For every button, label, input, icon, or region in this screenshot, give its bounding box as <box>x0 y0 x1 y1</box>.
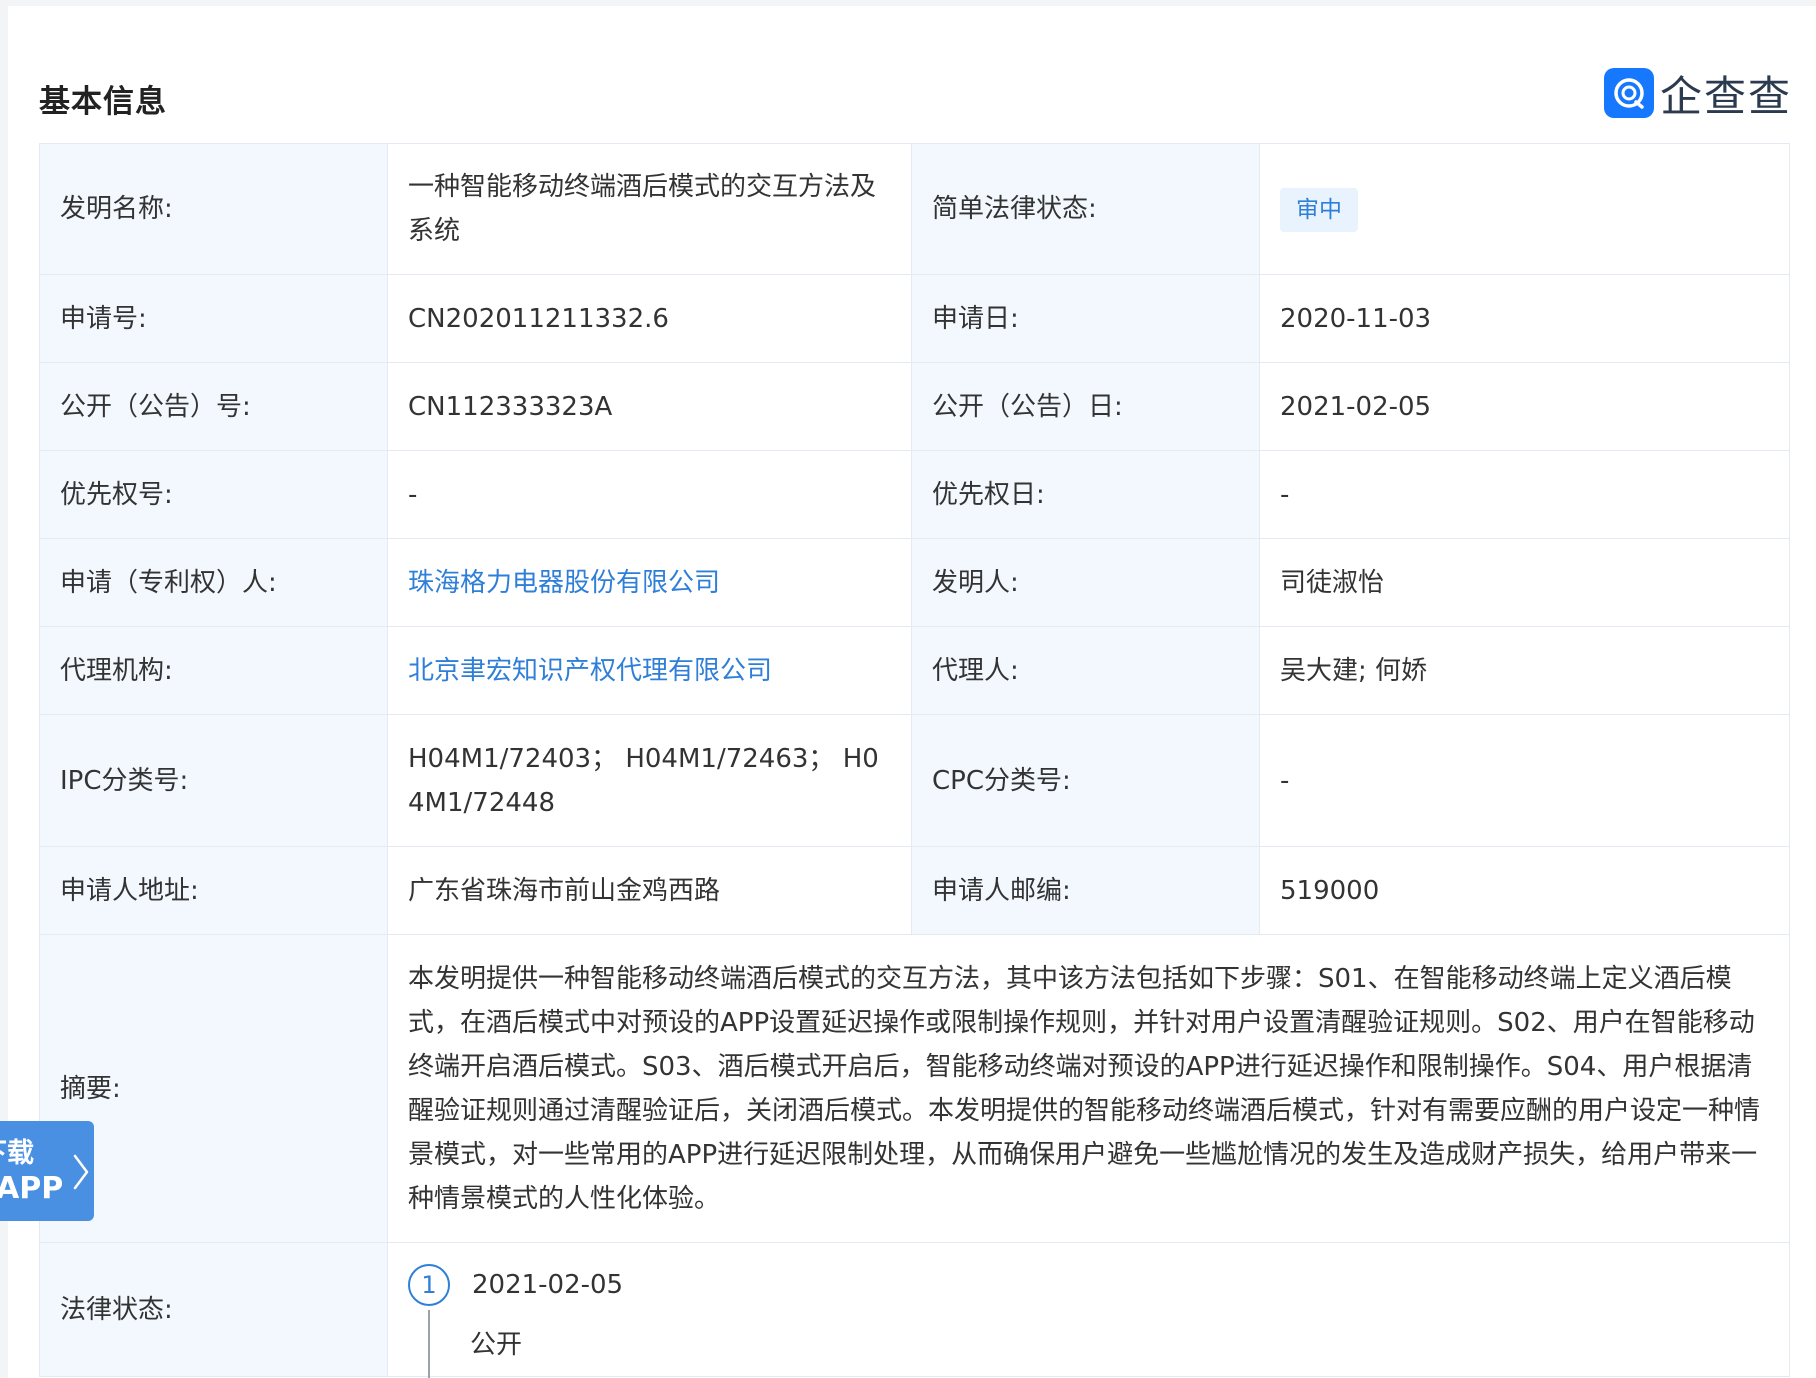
label-invention-name: 发明名称: <box>39 143 388 275</box>
value-ipc: H04M1/72403； H04M1/72463； H04M1/72448 <box>387 714 912 847</box>
table-row: 摘要: 本发明提供一种智能移动终端酒后模式的交互方法，其中该方法包括如下步骤：S… <box>39 934 1790 1243</box>
label-ipc: IPC分类号: <box>39 714 388 847</box>
table-row: 法律状态: 1 2021-02-05 公开 <box>39 1242 1790 1378</box>
qcc-logo-icon <box>1604 68 1654 118</box>
label-application-number: 申请号: <box>39 274 388 363</box>
label-legal-events: 法律状态: <box>39 1242 388 1377</box>
label-postcode: 申请人邮编: <box>911 846 1260 935</box>
timeline-step-index: 1 <box>408 1264 450 1306</box>
value-applicant-address: 广东省珠海市前山金鸡西路 <box>387 846 912 935</box>
value-abstract: 本发明提供一种智能移动终端酒后模式的交互方法，其中该方法包括如下步骤：S01、在… <box>387 934 1790 1243</box>
section-title: 基本信息 <box>39 84 167 120</box>
label-applicant-address: 申请人地址: <box>39 846 388 935</box>
timeline-status: 公开 <box>470 1330 523 1360</box>
table-row: 申请人地址: 广东省珠海市前山金鸡西路 申请人邮编: 519000 <box>39 846 1790 935</box>
value-inventor: 司徒淑怡 <box>1259 538 1790 627</box>
brand-logo[interactable]: 企查查 <box>1604 66 1792 121</box>
applicant-link[interactable]: 珠海格力电器股份有限公司 <box>408 568 720 598</box>
chevron-right-icon <box>73 1154 89 1190</box>
value-postcode: 519000 <box>1259 846 1790 935</box>
value-application-date: 2020-11-03 <box>1259 274 1790 363</box>
label-cpc: CPC分类号: <box>911 714 1260 847</box>
label-publication-date: 公开（公告）日: <box>911 362 1260 451</box>
label-legal-status: 简单法律状态: <box>911 143 1260 275</box>
download-label: 下载 <box>0 1138 34 1169</box>
table-row: 优先权号: - 优先权日: - <box>39 450 1790 539</box>
legal-timeline: 1 2021-02-05 公开 <box>388 1243 1789 1378</box>
table-row: 申请（专利权）人: 珠海格力电器股份有限公司 发明人: 司徒淑怡 <box>39 538 1790 627</box>
value-applicant: 珠海格力电器股份有限公司 <box>387 538 912 627</box>
timeline-line <box>428 1310 430 1378</box>
value-publication-date: 2021-02-05 <box>1259 362 1790 451</box>
label-publication-number: 公开（公告）号: <box>39 362 388 451</box>
value-agent: 吴大建; 何娇 <box>1259 626 1790 715</box>
value-publication-number: CN112333323A <box>387 362 912 451</box>
agency-link[interactable]: 北京聿宏知识产权代理有限公司 <box>408 656 772 686</box>
header: 基本信息 企查查 <box>8 6 1816 146</box>
value-legal-events: 1 2021-02-05 公开 <box>387 1242 1790 1378</box>
value-agency: 北京聿宏知识产权代理有限公司 <box>387 626 912 715</box>
table-row: IPC分类号: H04M1/72403； H04M1/72463； H04M1/… <box>39 714 1790 847</box>
table-row: 发明名称: 一种智能移动终端酒后模式的交互方法及系统 简单法律状态: 审中 <box>39 143 1790 275</box>
value-application-number: CN202011211332.6 <box>387 274 912 363</box>
status-badge: 审中 <box>1280 187 1358 232</box>
value-priority-date: - <box>1259 450 1790 539</box>
brand-name: 企查查 <box>1660 71 1793 121</box>
label-agent: 代理人: <box>911 626 1260 715</box>
table-row: 代理机构: 北京聿宏知识产权代理有限公司 代理人: 吴大建; 何娇 <box>39 626 1790 715</box>
table-row: 公开（公告）号: CN112333323A 公开（公告）日: 2021-02-0… <box>39 362 1790 451</box>
page: 基本信息 企查查 发明名称: 一种智能移动终端酒后模式的交互方法及系统 简单法律… <box>8 6 1816 1378</box>
value-legal-status: 审中 <box>1259 143 1790 275</box>
timeline-date: 2021-02-05 <box>472 1270 624 1300</box>
download-app-button[interactable]: 下载 APP <box>0 1121 94 1221</box>
table-row: 申请号: CN202011211332.6 申请日: 2020-11-03 <box>39 274 1790 363</box>
label-priority-date: 优先权日: <box>911 450 1260 539</box>
label-inventor: 发明人: <box>911 538 1260 627</box>
patent-info-table: 发明名称: 一种智能移动终端酒后模式的交互方法及系统 简单法律状态: 审中 申请… <box>39 143 1790 1378</box>
label-agency: 代理机构: <box>39 626 388 715</box>
label-applicant: 申请（专利权）人: <box>39 538 388 627</box>
label-priority-number: 优先权号: <box>39 450 388 539</box>
value-invention-name: 一种智能移动终端酒后模式的交互方法及系统 <box>387 143 912 275</box>
value-cpc: - <box>1259 714 1790 847</box>
label-application-date: 申请日: <box>911 274 1260 363</box>
value-priority-number: - <box>387 450 912 539</box>
app-label: APP <box>0 1171 64 1206</box>
